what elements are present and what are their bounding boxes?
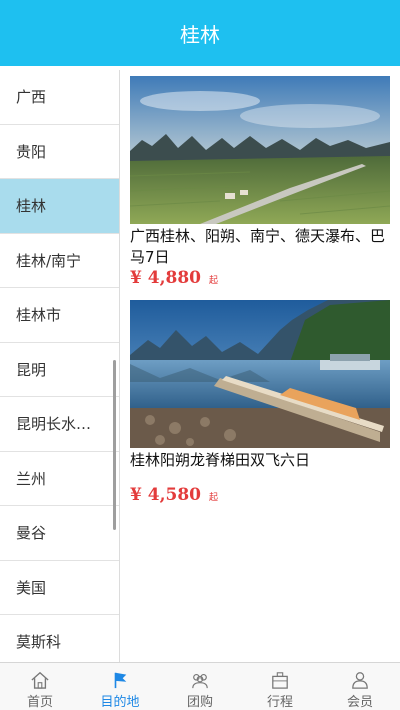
product-list: 广西桂林、阳朔、南宁、德天瀑布、巴马7日 ¥ 4,880 起 桂林阳朔龙脊梯田双…	[120, 66, 400, 662]
product-price: ¥ 4,580	[130, 485, 201, 505]
price-row: ¥ 4,580 起	[130, 485, 390, 505]
product-title[interactable]: 广西桂林、阳朔、南宁、德天瀑布、巴马7日	[130, 226, 390, 268]
tab-destination[interactable]: 目的地	[80, 663, 160, 710]
sidebar-item-kunming[interactable]: 昆明	[0, 343, 119, 397]
karst-landscape-photo-icon[interactable]	[130, 76, 390, 224]
group-icon	[192, 674, 208, 689]
product-price: ¥ 4,880	[130, 268, 201, 288]
li-river-raft-photo-icon[interactable]	[130, 300, 390, 448]
price-row: ¥ 4,880 起	[130, 268, 390, 288]
tab-label: 行程	[266, 695, 293, 710]
product-card[interactable]: 广西桂林、阳朔、南宁、德天瀑布、巴马7日 ¥ 4,880 起	[130, 76, 390, 288]
suitcase-icon	[272, 672, 288, 689]
page-title: 桂林	[180, 22, 220, 47]
sidebar-item-guilin-city[interactable]: 桂林市	[0, 288, 119, 343]
sidebar-item-kunming-changshui[interactable]: 昆明长水…	[0, 397, 119, 452]
tab-group-buy[interactable]: 团购	[160, 663, 240, 710]
sidebar-item-guilin[interactable]: 桂林	[0, 179, 119, 234]
tab-label: 团购	[186, 695, 213, 710]
bottom-tab-bar: 首页 目的地 团购 行程 会员	[0, 662, 400, 710]
destination-sidebar[interactable]: 广西 贵阳 桂林 桂林/南宁 桂林市 昆明 昆明长水… 兰州 曼谷 美国 莫斯科	[0, 70, 120, 662]
tab-label: 会员	[346, 695, 373, 710]
tab-label: 首页	[26, 695, 53, 710]
flag-icon	[114, 672, 127, 689]
home-icon	[31, 671, 49, 689]
sidebar-item-lanzhou[interactable]: 兰州	[0, 452, 119, 506]
product-card[interactable]: 桂林阳朔龙脊梯田双飞六日 ¥ 4,580 起	[130, 300, 390, 505]
price-suffix: 起	[208, 276, 218, 286]
tab-itinerary[interactable]: 行程	[240, 663, 320, 710]
product-title[interactable]: 桂林阳朔龙脊梯田双飞六日	[130, 450, 390, 471]
sidebar-item-guiyang[interactable]: 贵阳	[0, 125, 119, 179]
sidebar-item-guilin-nanning[interactable]: 桂林/南宁	[0, 234, 119, 288]
sidebar-item-usa[interactable]: 美国	[0, 561, 119, 615]
sidebar-scrollbar[interactable]	[113, 360, 116, 530]
tab-label: 目的地	[100, 695, 140, 710]
sidebar-item-guangxi[interactable]: 广西	[0, 70, 119, 125]
sidebar-item-bangkok[interactable]: 曼谷	[0, 506, 119, 561]
sidebar-item-moscow[interactable]: 莫斯科	[0, 615, 119, 662]
tab-home[interactable]: 首页	[0, 663, 80, 710]
tab-member[interactable]: 会员	[320, 663, 400, 710]
page-header: 桂林	[0, 0, 400, 66]
price-suffix: 起	[208, 493, 218, 503]
user-icon	[352, 672, 368, 689]
